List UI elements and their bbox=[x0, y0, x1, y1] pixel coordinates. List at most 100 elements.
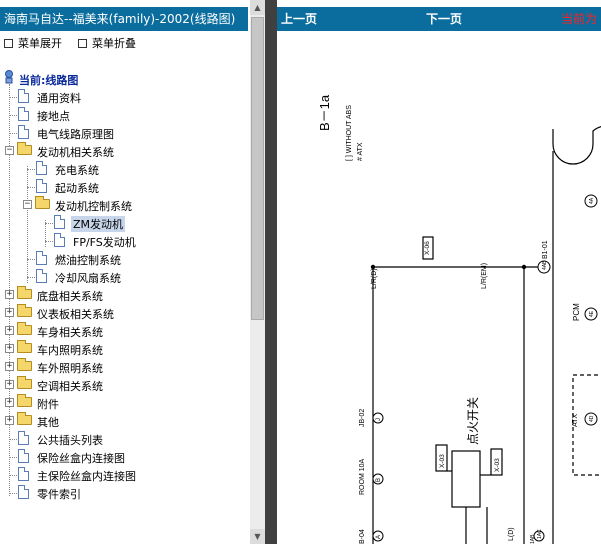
computer-icon bbox=[5, 70, 13, 84]
tree-item-ground-points[interactable]: 接地点 bbox=[0, 106, 265, 124]
document-icon bbox=[36, 251, 47, 265]
tree-item-engine-control[interactable]: − 发动机控制系统 bbox=[0, 196, 265, 214]
pin-label-4d: 4D bbox=[589, 415, 595, 422]
tree-item-starting[interactable]: 起动系统 bbox=[0, 178, 265, 196]
expand-toggle[interactable]: + bbox=[5, 326, 14, 335]
document-icon bbox=[18, 467, 29, 481]
tree-item-label: 其他 bbox=[37, 416, 59, 429]
document-icon bbox=[18, 485, 29, 499]
pin-label-4a: 4A bbox=[589, 197, 595, 204]
frame-divider[interactable] bbox=[265, 0, 277, 544]
tree-item-schematic[interactable]: 电气线路原理图 bbox=[0, 124, 265, 142]
document-icon bbox=[36, 161, 47, 175]
expand-toggle[interactable]: + bbox=[5, 290, 14, 299]
document-icon bbox=[36, 179, 47, 193]
expand-toggle[interactable]: + bbox=[5, 380, 14, 389]
tree-item-label: 车内照明系统 bbox=[37, 344, 103, 357]
tree-item-interior-lighting[interactable]: + 车内照明系统 bbox=[0, 340, 265, 358]
pin-label-4ab: 4AB bbox=[542, 260, 548, 270]
wire-label-lr-d: L/R(D) bbox=[371, 268, 378, 289]
tree-item-engine-systems[interactable]: − 发动机相关系统 bbox=[0, 142, 265, 160]
tree-item-instrument-panel[interactable]: + 仪表板相关系统 bbox=[0, 304, 265, 322]
tree-item-label: 底盘相关系统 bbox=[37, 290, 103, 303]
collapse-toggle[interactable]: − bbox=[5, 146, 14, 155]
tree-item-label: 仪表板相关系统 bbox=[37, 308, 114, 321]
expand-toggle[interactable]: + bbox=[5, 344, 14, 353]
folder-icon bbox=[17, 358, 32, 371]
tree-root-label: 当前:线路图 bbox=[19, 74, 79, 87]
tree-item-fp-fs-engine[interactable]: FP/FS发动机 bbox=[0, 232, 265, 250]
current-page-indicator: 当前为 bbox=[561, 12, 598, 26]
tree-item-fuel-control[interactable]: 燃油控制系统 bbox=[0, 250, 265, 268]
tree-item-label: 燃油控制系统 bbox=[55, 254, 121, 267]
tree-item-air-conditioning[interactable]: + 空调相关系统 bbox=[0, 376, 265, 394]
tree-frame-title: 海南马自达--福美来(family)-2002(线路图) bbox=[0, 7, 248, 31]
document-icon bbox=[18, 449, 29, 463]
folder-icon bbox=[17, 394, 32, 407]
expand-toggle[interactable]: + bbox=[5, 308, 14, 317]
expand-toggle[interactable]: + bbox=[5, 362, 14, 371]
tree-item-parts-index[interactable]: 零件索引 bbox=[0, 484, 265, 502]
tree-root[interactable]: 当前:线路图 bbox=[0, 70, 265, 88]
tree-item-label: 公共插头列表 bbox=[37, 434, 103, 447]
collapse-toggle[interactable]: − bbox=[23, 200, 32, 209]
tree-item-label: 充电系统 bbox=[55, 164, 99, 177]
tree-item-label: 电气线路原理图 bbox=[37, 128, 114, 141]
scroll-down-arrow-icon[interactable]: ▼ bbox=[250, 529, 265, 544]
previous-page-link[interactable]: 上一页 bbox=[281, 7, 317, 31]
document-icon bbox=[18, 431, 29, 445]
tree-item-body[interactable]: + 车身相关系统 bbox=[0, 322, 265, 340]
tree-item-charging[interactable]: 充电系统 bbox=[0, 160, 265, 178]
expand-toggle[interactable]: + bbox=[5, 398, 14, 407]
tree-item-chassis[interactable]: + 底盘相关系统 bbox=[0, 286, 265, 304]
connector-label-x03-right: X-03 bbox=[494, 458, 501, 472]
tree-item-label: 主保险丝盒内连接图 bbox=[37, 470, 136, 483]
diagram-note-abs: [ ] WITHOUT ABS bbox=[346, 105, 353, 161]
tree-item-label: 车身相关系统 bbox=[37, 326, 103, 339]
connector-label-x03-left: X-03 bbox=[439, 454, 446, 468]
tree-item-common-connectors[interactable]: 公共插头列表 bbox=[0, 430, 265, 448]
document-icon bbox=[36, 269, 47, 283]
document-icon bbox=[18, 125, 29, 139]
tree-item-label: 通用资料 bbox=[37, 92, 81, 105]
folder-icon bbox=[17, 340, 32, 353]
tree-item-general-info[interactable]: 通用资料 bbox=[0, 88, 265, 106]
content-frame: 上一页 下一页 当前为 B－1a [] WITHOUT ABS # ATX L… bbox=[277, 0, 601, 544]
tree-scrollbar[interactable]: ▲ ▼ bbox=[250, 0, 265, 544]
pin-label-4e: 4E bbox=[589, 310, 595, 317]
tree-item-label: 起动系统 bbox=[55, 182, 99, 195]
scroll-up-arrow-icon[interactable]: ▲ bbox=[250, 0, 265, 15]
scrollbar-thumb[interactable] bbox=[251, 17, 264, 320]
next-page-link[interactable]: 下一页 bbox=[426, 7, 462, 31]
tree-item-zm-engine[interactable]: ZM发动机 bbox=[0, 214, 265, 232]
wire-label-ld: L(D) bbox=[508, 527, 515, 541]
collapse-menu-label: 菜单折叠 bbox=[92, 37, 136, 50]
collapse-menu-button[interactable]: 菜单折叠 bbox=[78, 36, 136, 52]
ignition-switch-label: 点火开关 bbox=[466, 397, 480, 445]
tree-item-exterior-lighting[interactable]: + 车外照明系统 bbox=[0, 358, 265, 376]
expand-menu-label: 菜单展开 bbox=[18, 37, 62, 50]
square-icon bbox=[4, 38, 13, 48]
tree-item-other[interactable]: + 其他 bbox=[0, 412, 265, 430]
tree-item-label: 冷却风扇系统 bbox=[55, 272, 121, 285]
connector-label-b04: B-04 bbox=[359, 529, 366, 544]
module-label-pcm: PCM bbox=[572, 303, 581, 321]
tree-item-cooling-fan[interactable]: 冷却风扇系统 bbox=[0, 268, 265, 286]
page-navigation-bar: 上一页 下一页 当前为 bbox=[277, 7, 601, 31]
tree-item-accessories[interactable]: + 附件 bbox=[0, 394, 265, 412]
fuse-label-room: ROOM 10A bbox=[359, 458, 366, 495]
expand-toggle[interactable]: + bbox=[5, 416, 14, 425]
wire-label-lr-em: L/R(EM) bbox=[481, 263, 488, 289]
tree-item-label: FP/FS发动机 bbox=[73, 236, 136, 249]
tree-item-label: 保险丝盒内连接图 bbox=[37, 452, 125, 465]
connector-label-jb02: JB-02 bbox=[359, 409, 366, 427]
expand-menu-button[interactable]: 菜单展开 bbox=[4, 36, 62, 52]
tree-item-main-fuse-box[interactable]: 主保险丝盒内连接图 bbox=[0, 466, 265, 484]
square-icon bbox=[78, 38, 87, 48]
document-icon bbox=[18, 107, 29, 121]
document-icon bbox=[54, 215, 65, 229]
tree-item-label: 接地点 bbox=[37, 110, 70, 123]
tree-item-fuse-box[interactable]: 保险丝盒内连接图 bbox=[0, 448, 265, 466]
tree-item-label: 车外照明系统 bbox=[37, 362, 103, 375]
tree-item-label-selected: ZM发动机 bbox=[71, 216, 126, 232]
